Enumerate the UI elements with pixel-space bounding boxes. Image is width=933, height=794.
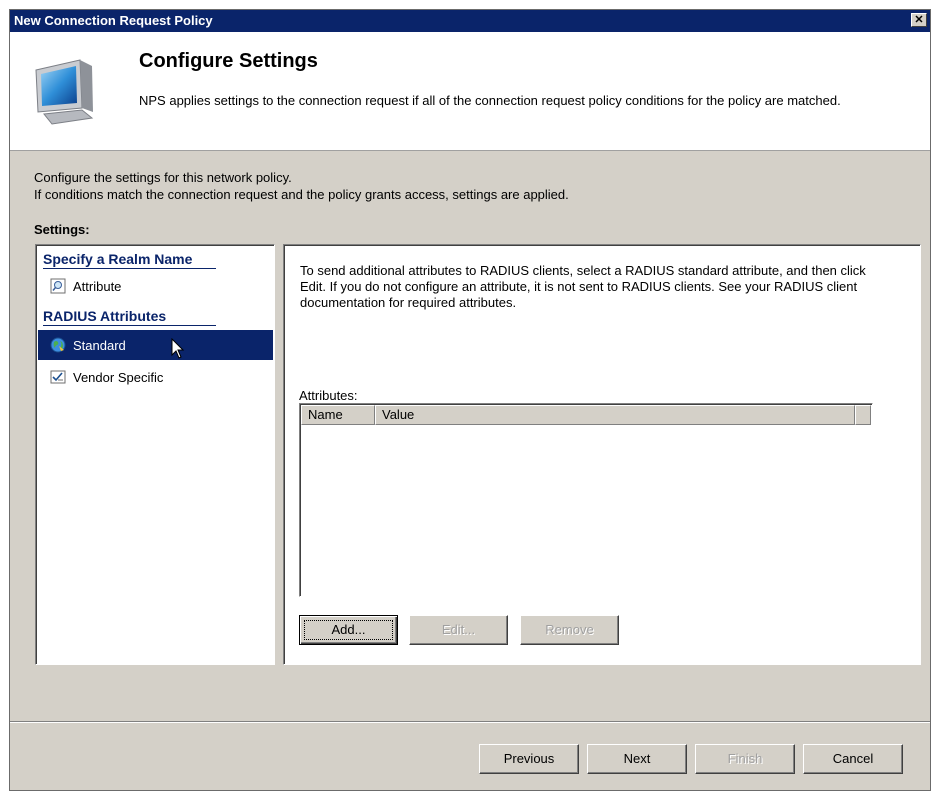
intro-text: Configure the settings for this network … — [34, 169, 569, 203]
magnifier-icon — [50, 278, 66, 294]
attributes-table[interactable]: Name Value — [299, 403, 873, 597]
wizard-header: Configure Settings NPS applies settings … — [10, 32, 930, 151]
nav-item-label: Attribute — [73, 278, 122, 294]
help-text: To send additional attributes to RADIUS … — [300, 263, 866, 310]
title-bar: New Connection Request Policy ✕ — [10, 10, 930, 32]
settings-label: Settings: — [34, 222, 90, 237]
column-header-filler — [855, 405, 871, 425]
previous-button[interactable]: Previous — [479, 744, 579, 774]
intro-line-2: If conditions match the connection reque… — [34, 187, 569, 202]
cancel-button-label: Cancel — [832, 751, 874, 766]
remove-button-label: Remove — [545, 622, 594, 637]
column-header-name[interactable]: Name — [301, 405, 375, 425]
finish-button[interactable]: Finish — [695, 744, 795, 774]
close-button[interactable]: ✕ — [911, 13, 927, 27]
nav-item-label: Vendor Specific — [73, 369, 164, 385]
edit-button[interactable]: Edit... — [409, 615, 508, 645]
page-title: Configure Settings — [139, 50, 318, 72]
window-title: New Connection Request Policy — [14, 13, 213, 28]
dialog-window: New Connection Request Policy ✕ Configur… — [9, 9, 931, 791]
nav-item-vendor-specific[interactable]: Vendor Specific — [38, 362, 273, 392]
checklist-icon — [50, 370, 66, 384]
column-header-value[interactable]: Value — [375, 405, 855, 425]
monitor-icon — [35, 59, 94, 125]
table-header: Name Value — [301, 405, 871, 425]
remove-button[interactable]: Remove — [520, 615, 619, 645]
nav-group-radius: RADIUS Attributes — [43, 308, 216, 326]
globe-icon — [50, 337, 66, 353]
nav-item-attribute[interactable]: Attribute — [38, 271, 273, 301]
add-button[interactable]: Add... — [299, 615, 398, 645]
mouse-cursor-icon — [171, 338, 185, 359]
settings-content: To send additional attributes to RADIUS … — [283, 244, 921, 665]
attributes-label: Attributes: — [299, 388, 358, 403]
finish-button-label: Finish — [727, 751, 763, 766]
page-description: NPS applies settings to the connection r… — [139, 93, 841, 108]
cancel-button[interactable]: Cancel — [803, 744, 903, 774]
settings-nav: Specify a Realm Name Attribute RADIUS At… — [35, 244, 275, 665]
focus-rectangle — [304, 620, 393, 640]
edit-button-label: Edit... — [441, 622, 476, 637]
nav-item-label: Standard — [73, 337, 126, 353]
intro-line-1: Configure the settings for this network … — [34, 170, 292, 185]
footer-divider — [10, 721, 930, 723]
nav-group-realm: Specify a Realm Name — [43, 251, 216, 269]
nav-item-standard[interactable]: Standard — [38, 330, 273, 360]
previous-button-label: Previous — [503, 751, 555, 766]
close-icon: ✕ — [914, 14, 924, 26]
next-button[interactable]: Next — [587, 744, 687, 774]
next-button-label: Next — [623, 751, 651, 766]
